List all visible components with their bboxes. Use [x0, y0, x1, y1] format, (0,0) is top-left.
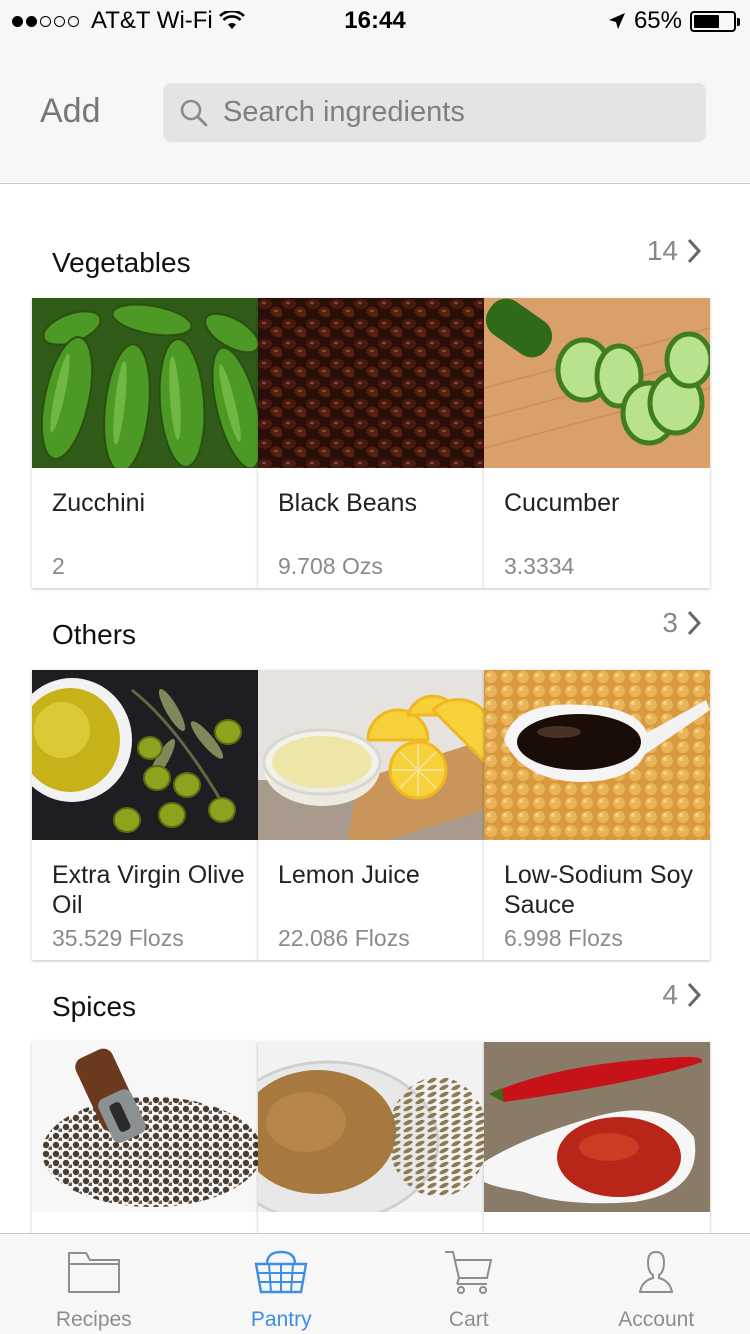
- battery-icon: [690, 10, 740, 32]
- tab-label: Account: [618, 1308, 695, 1331]
- section-title: Others: [52, 619, 137, 650]
- tab-label: Cart: [448, 1308, 489, 1331]
- section-title: Vegetables: [52, 247, 191, 278]
- section-count: 4: [662, 979, 678, 1010]
- section-count: 3: [662, 607, 678, 638]
- chevron-right-icon: [687, 238, 702, 264]
- tab-pantry[interactable]: Pantry: [188, 1234, 376, 1334]
- ingredient-name: Lemon Juice: [278, 861, 420, 889]
- section-see-all-button[interactable]: 3: [662, 607, 702, 639]
- basket-icon: [254, 1250, 308, 1294]
- ingredient-quantity: 6.998 Flozs: [504, 925, 623, 951]
- ingredient-quantity: 3.3334: [504, 553, 575, 579]
- tab-bar: Recipes Pantry Cart Account: [0, 1233, 750, 1334]
- tab-cart[interactable]: Cart: [375, 1234, 563, 1334]
- ingredient-quantity: 35.529 Flozs: [52, 925, 184, 951]
- chevron-right-icon: [687, 610, 702, 636]
- cumin-photo: [258, 1042, 484, 1212]
- person-icon: [639, 1250, 674, 1293]
- ingredient-card[interactable]: [32, 1042, 258, 1233]
- black-pepper-photo: [32, 1042, 258, 1212]
- tab-recipes[interactable]: Recipes: [0, 1234, 188, 1334]
- search-bar[interactable]: Search ingredients: [163, 83, 706, 142]
- section-spices: Spices 4: [0, 969, 750, 1233]
- folder-icon: [67, 1252, 120, 1293]
- search-input[interactable]: Search ingredients: [223, 96, 465, 129]
- section-others: Others 3 Extra Virgin Olive Oil 35.529 F…: [0, 597, 750, 960]
- lemon-juice-photo: [258, 670, 484, 840]
- ingredient-quantity: 9.708 Ozs: [278, 553, 383, 579]
- ingredient-card[interactable]: [258, 1042, 484, 1233]
- location-arrow-icon: [608, 13, 625, 29]
- chevron-right-icon: [687, 982, 702, 1008]
- section-title: Spices: [52, 991, 137, 1022]
- battery-percent: 65%: [633, 7, 682, 34]
- black-beans-photo: [258, 298, 484, 468]
- olive-oil-photo: [32, 670, 258, 840]
- zucchini-photo: [32, 298, 258, 468]
- tab-label: Recipes: [55, 1308, 132, 1331]
- section-vegetables: Vegetables 14 Zucchini 2 Black Beans 9.7…: [0, 225, 750, 588]
- battery-fill: [694, 14, 719, 28]
- ingredient-quantity: 22.086 Flozs: [278, 925, 410, 951]
- section-see-all-button[interactable]: 4: [662, 979, 702, 1011]
- search-icon: [180, 99, 208, 126]
- ingredient-card[interactable]: Low-Sodium Soy Sauce 6.998 Flozs: [484, 670, 710, 960]
- battery-info: 65%: [608, 7, 740, 35]
- tab-account[interactable]: Account: [563, 1234, 750, 1334]
- ingredient-card[interactable]: Cucumber 3.3334: [484, 298, 710, 588]
- soy-sauce-photo: [484, 670, 710, 840]
- ingredient-card[interactable]: Zucchini 2: [32, 298, 258, 588]
- ingredient-name: Zucchini: [52, 489, 146, 517]
- ingredient-card[interactable]: Black Beans 9.708 Ozs: [258, 298, 484, 588]
- ingredient-card[interactable]: [484, 1042, 710, 1233]
- pantry-content[interactable]: Vegetables 14 Zucchini 2 Black Beans 9.7…: [0, 185, 750, 1233]
- ingredient-quantity: 2: [52, 553, 65, 579]
- section-see-all-button[interactable]: 14: [647, 235, 702, 267]
- ingredient-name: Extra Virgin Olive Oil: [52, 861, 245, 919]
- cucumber-photo: [484, 298, 710, 468]
- cart-icon: [444, 1251, 492, 1294]
- add-button[interactable]: Add: [40, 92, 101, 131]
- ingredient-name: Black Beans: [278, 489, 417, 517]
- section-count: 14: [646, 235, 678, 266]
- ingredient-card[interactable]: Lemon Juice 22.086 Flozs: [258, 670, 484, 960]
- status-bar: AT&T Wi-Fi 16:44 65%: [0, 0, 750, 40]
- ingredient-name: Low-Sodium Soy Sauce: [504, 861, 693, 919]
- chili-flakes-photo: [484, 1042, 710, 1212]
- ingredient-name: Cucumber: [504, 489, 620, 517]
- header: Add Search ingredients: [0, 40, 750, 184]
- ingredient-card[interactable]: Extra Virgin Olive Oil 35.529 Flozs: [32, 670, 258, 960]
- tab-label: Pantry: [250, 1308, 312, 1331]
